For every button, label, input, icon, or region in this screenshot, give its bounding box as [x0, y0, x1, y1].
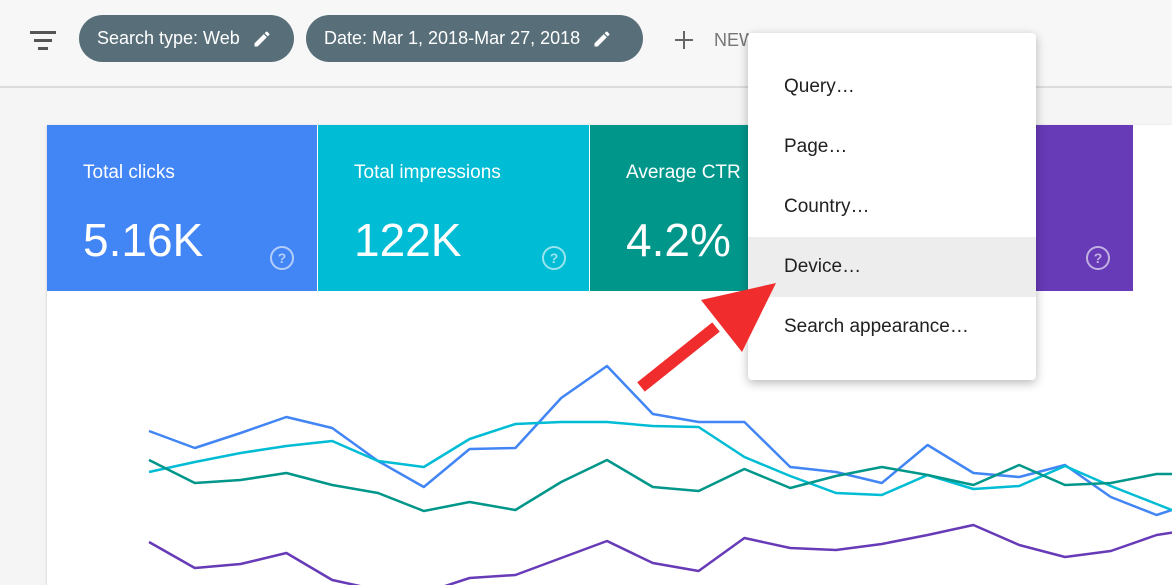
menu-item-country[interactable]: Country… — [748, 177, 1036, 237]
help-icon[interactable]: ? — [1085, 245, 1111, 271]
new-filter-menu: Query… Page… Country… Device… Search app… — [748, 33, 1036, 380]
edit-pencil-icon[interactable] — [252, 29, 272, 49]
metric-value: 4.2% — [626, 214, 731, 266]
new-filter-button[interactable]: NEW — [672, 24, 756, 56]
series-line-1 — [148, 420, 1172, 512]
help-icon[interactable]: ? — [269, 245, 295, 271]
metric-tile-total-clicks[interactable]: Total clicks 5.16K ? — [47, 125, 317, 291]
plus-icon — [675, 31, 693, 49]
menu-item-search-appearance[interactable]: Search appearance… — [748, 297, 1036, 357]
metric-label: Total impressions — [354, 162, 501, 183]
menu-item-query[interactable]: Query… — [748, 57, 1036, 117]
metric-tile-total-impressions[interactable]: Total impressions 122K ? — [318, 125, 589, 291]
date-range-chip[interactable]: Date: Mar 1, 2018-Mar 27, 2018 — [306, 15, 643, 62]
metric-label: Average CTR — [626, 162, 741, 183]
menu-item-device[interactable]: Device… — [748, 237, 1036, 297]
metric-label: Total clicks — [83, 162, 175, 183]
svg-text:?: ? — [550, 250, 559, 266]
search-type-chip[interactable]: Search type: Web — [79, 15, 294, 62]
menu-item-page[interactable]: Page… — [748, 117, 1036, 177]
search-type-chip-label: Search type: Web — [97, 28, 240, 48]
filter-icon[interactable] — [26, 27, 60, 53]
edit-pencil-icon[interactable] — [592, 29, 612, 49]
date-range-chip-label: Date: Mar 1, 2018-Mar 27, 2018 — [324, 28, 581, 48]
metric-value: 122K — [354, 214, 462, 266]
series-line-0 — [148, 364, 1172, 517]
series-line-3 — [148, 523, 1172, 585]
svg-text:?: ? — [1094, 250, 1103, 266]
help-icon[interactable]: ? — [541, 245, 567, 271]
svg-text:?: ? — [278, 250, 287, 266]
metric-value: 5.16K — [83, 214, 204, 266]
